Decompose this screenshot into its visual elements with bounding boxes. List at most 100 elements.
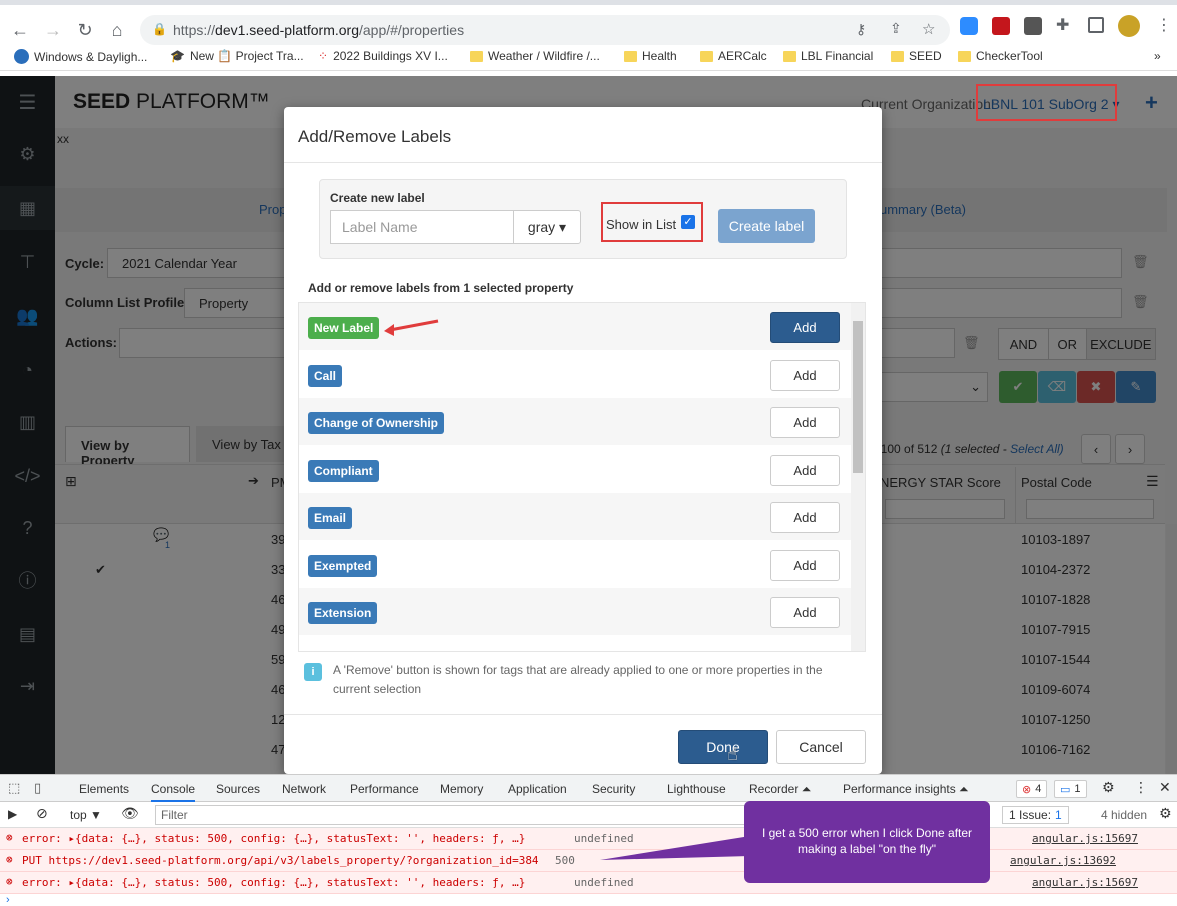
console-filter-bar: ▶ ⊘ top ▼ 👁 Filter 1 Issue: 1 4 hidden ⚙: [0, 802, 1177, 828]
create-label-button[interactable]: Create label: [718, 209, 815, 243]
devtools-tab[interactable]: Recorder ⏶: [749, 782, 811, 797]
bookmark-windows[interactable]: Windows & Dayligh...: [14, 49, 147, 64]
add-label-button[interactable]: Add: [770, 549, 840, 581]
bookmark-buildings[interactable]: ⁘ 2022 Buildings XV I...: [318, 49, 448, 63]
bookmark-seed[interactable]: SEED: [891, 49, 942, 63]
reload-icon[interactable]: ↻: [70, 15, 100, 45]
more-icon[interactable]: ⋮: [1134, 779, 1148, 796]
source-link[interactable]: angular.js:13692: [1010, 854, 1116, 867]
error-counter[interactable]: ⊗ 4: [1016, 780, 1048, 798]
scroll-thumb[interactable]: [853, 321, 863, 473]
bookmark-checkertool[interactable]: CheckerTool: [958, 49, 1043, 63]
info-text: A 'Remove' button is shown for tags that…: [333, 663, 823, 696]
bookmark-aercalc[interactable]: AERCalc: [700, 49, 767, 63]
devtools-tab[interactable]: Sources: [216, 782, 260, 796]
devtools-tab[interactable]: Security: [592, 782, 635, 796]
sidepanel-icon[interactable]: [1088, 17, 1104, 33]
source-link[interactable]: angular.js:15697: [1032, 832, 1138, 845]
browser-toolbar: ← → ↻ ⌂ 🔒 https://dev1.seed-platform.org…: [0, 5, 1177, 45]
error-suffix: undefined: [574, 876, 634, 889]
message-counter[interactable]: ▭ 1: [1054, 780, 1087, 798]
bookmarks-more[interactable]: »: [1154, 49, 1161, 63]
error-icon: ⊗: [6, 875, 13, 888]
annotation-arrow: [384, 319, 439, 336]
add-label-button[interactable]: Add: [770, 502, 840, 533]
devtools-tabbar: ⬚ ▯ Elements Console Sources Network Perform…: [0, 774, 1177, 802]
label-badge: Exempted: [308, 554, 378, 577]
devtools-tab[interactable]: Performance: [350, 782, 419, 796]
label-badge: Compliant: [308, 459, 379, 482]
lock-icon: 🔒: [152, 22, 167, 36]
label-row: Call Add: [299, 350, 851, 398]
add-label-button[interactable]: Add: [770, 407, 840, 438]
close-icon[interactable]: ✕: [1159, 779, 1171, 796]
eye-icon[interactable]: 👁: [121, 805, 139, 822]
folder-icon: [958, 50, 971, 62]
zoom-extension-icon[interactable]: [960, 17, 978, 35]
key-icon[interactable]: ⚷: [856, 21, 866, 38]
devtools-tab[interactable]: Network: [282, 782, 326, 796]
error-message: PUT https://dev1.seed-platform.org/api/v…: [22, 854, 539, 867]
add-label-button[interactable]: Add: [770, 597, 840, 628]
settings-gear-icon[interactable]: ⚙: [1102, 779, 1115, 796]
label-row: Extension Add: [299, 588, 851, 635]
labels-scrollbar[interactable]: [851, 303, 865, 651]
sidebar-toggle-icon[interactable]: ▶: [8, 807, 17, 821]
console-error-row[interactable]: ⊗ error: ▸{data: {…}, status: 500, config…: [0, 828, 1177, 850]
devtools-tab[interactable]: Performance insights ⏶: [843, 782, 969, 797]
bookmark-project[interactable]: 🎓 New 📋 Project Tra...: [170, 49, 304, 63]
modal-title: Add/Remove Labels: [298, 127, 452, 146]
menu-icon[interactable]: ⋮: [1156, 15, 1172, 35]
star-icon[interactable]: ☆: [922, 20, 935, 38]
inspect-icon[interactable]: ⬚: [8, 780, 20, 796]
folder-icon: [470, 50, 483, 62]
share-icon[interactable]: ⇪: [890, 20, 902, 37]
extension-icon[interactable]: [1024, 17, 1042, 35]
done-button[interactable]: Done: [678, 730, 768, 764]
console-prompt[interactable]: ›: [0, 894, 1177, 906]
pdf-extension-icon[interactable]: [992, 17, 1010, 35]
bookmark-lbl-financial[interactable]: LBL Financial: [783, 49, 873, 63]
color-dropdown[interactable]: gray ▾: [513, 210, 581, 244]
callout-pointer: [600, 836, 750, 860]
puzzle-icon[interactable]: ✚: [1056, 15, 1069, 35]
bookmark-health[interactable]: Health: [624, 49, 677, 63]
context-select[interactable]: top ▼: [70, 808, 102, 822]
profile-avatar[interactable]: [1118, 15, 1140, 37]
devtools-tab[interactable]: Lighthouse: [667, 782, 726, 796]
source-link[interactable]: angular.js:15697: [1032, 876, 1138, 889]
add-remove-labels-modal: Add/Remove Labels Create new label Label…: [284, 107, 882, 774]
devtools-tab[interactable]: Application: [508, 782, 567, 796]
cancel-button[interactable]: Cancel: [776, 730, 866, 764]
forward-icon[interactable]: →: [38, 15, 68, 45]
console-settings-icon[interactable]: ⚙: [1159, 805, 1172, 822]
device-icon[interactable]: ▯: [34, 780, 41, 796]
labels-list: New Label Add Call Add Change of Ownership Ad…: [298, 302, 866, 652]
add-label-button[interactable]: Add: [770, 359, 840, 391]
label-name-input[interactable]: Label Name: [330, 210, 514, 244]
back-icon[interactable]: ←: [5, 15, 35, 45]
bookmark-weather[interactable]: Weather / Wildfire /...: [470, 49, 600, 63]
show-in-list-checkbox[interactable]: ✓: [681, 215, 695, 229]
devtools-tab[interactable]: Console: [151, 782, 196, 802]
console-error-row[interactable]: ⊗ error: ▸{data: {…}, status: 500, config…: [0, 872, 1177, 894]
label-badge: Extension: [308, 602, 378, 624]
console-error-row[interactable]: ⊗ PUT https://dev1.seed-platform.org/api/…: [0, 850, 1177, 872]
divider: [284, 714, 882, 715]
info-icon: i: [304, 663, 322, 681]
folder-icon: [891, 50, 904, 62]
issues-button[interactable]: 1 Issue: 1: [1002, 806, 1069, 824]
cap-icon: 🎓: [170, 49, 185, 63]
add-label-button[interactable]: Add: [770, 454, 840, 486]
annotation-callout: I get a 500 error when I click Done afte…: [744, 801, 990, 883]
devtools-tab[interactable]: Memory: [440, 782, 483, 796]
home-icon[interactable]: ⌂: [102, 15, 132, 45]
console-filter-input[interactable]: Filter: [155, 805, 745, 825]
error-icon: ⊗: [6, 831, 13, 844]
devtools-tab[interactable]: Elements: [79, 782, 129, 796]
error-icon: ⊗: [6, 853, 13, 866]
add-label-button[interactable]: Add: [770, 312, 840, 343]
address-bar[interactable]: 🔒 https://dev1.seed-platform.org/app/#/p…: [140, 15, 950, 45]
clear-console-icon[interactable]: ⊘: [36, 805, 48, 822]
label-row: Compliant Add: [299, 445, 851, 493]
